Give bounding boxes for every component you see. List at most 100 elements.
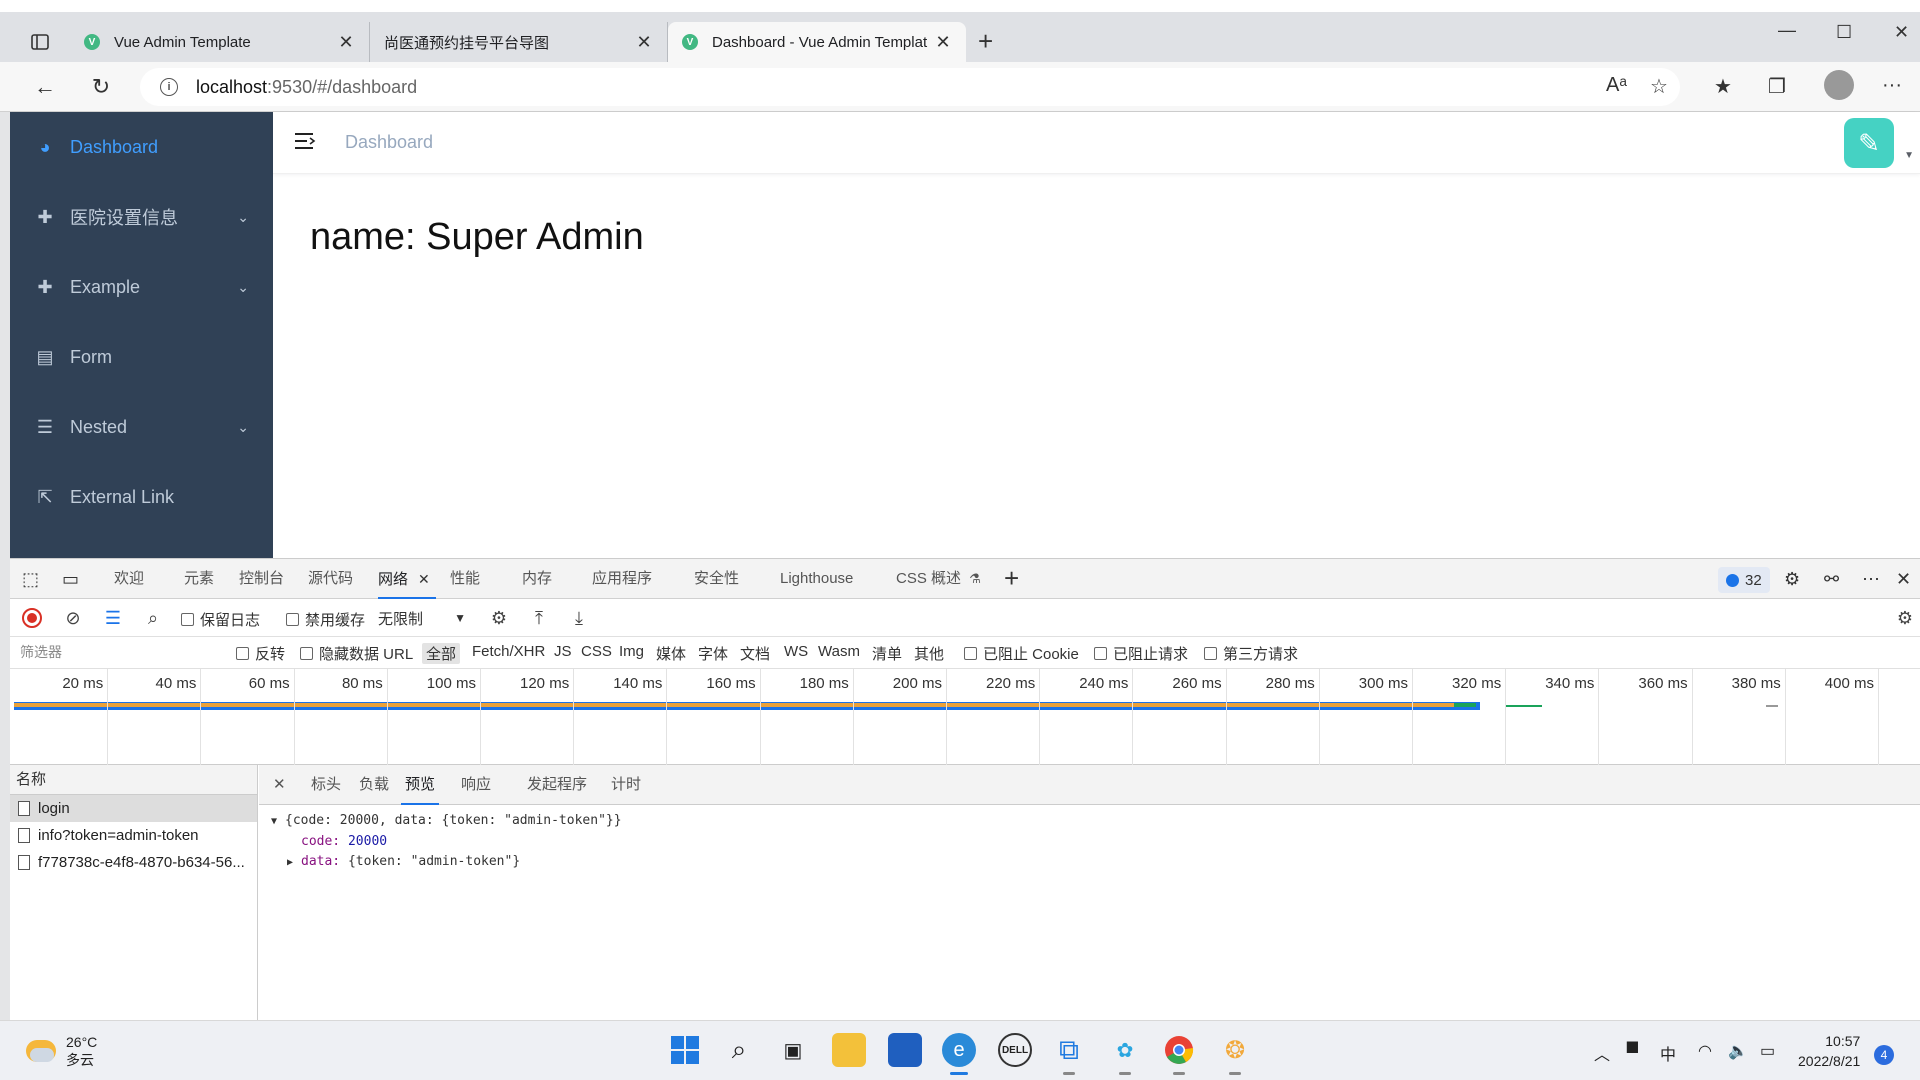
edge-browser-icon[interactable]: e <box>942 1033 976 1075</box>
network-conditions-icon[interactable]: ⚙ <box>488 607 510 629</box>
browser-tab-2[interactable]: 尚医通预约挂号平台导图 ✕ <box>370 22 668 150</box>
tab-response[interactable]: 响应 <box>461 765 491 805</box>
task-view-icon[interactable]: ▣ <box>776 1033 810 1067</box>
preserve-log-checkbox[interactable]: 保留日志 <box>181 609 260 630</box>
file-explorer-icon[interactable] <box>832 1033 866 1067</box>
tab-initiator[interactable]: 发起程序 <box>527 765 587 805</box>
bookmark-icon[interactable]: ⯀ <box>1626 1041 1639 1059</box>
checkbox-box[interactable] <box>300 647 313 660</box>
request-row[interactable]: login <box>10 795 257 822</box>
tab-payload[interactable]: 负载 <box>359 765 389 805</box>
filter-type-css[interactable]: CSS <box>581 643 612 660</box>
checkbox-box[interactable] <box>1094 647 1107 660</box>
more-tabs-icon[interactable]: + <box>1004 563 1019 594</box>
filter-type-all[interactable]: 全部 <box>422 643 461 664</box>
device-toolbar-icon[interactable]: ▭ <box>62 569 79 590</box>
filter-type-fetch-xhr[interactable]: Fetch/XHR <box>472 643 545 660</box>
dell-icon[interactable]: DELL <box>998 1033 1032 1067</box>
weather-widget[interactable]: 26°C 多云 <box>26 1033 97 1069</box>
filter-type-doc[interactable]: 文档 <box>740 643 770 664</box>
sidebar-item-dashboard[interactable]: ◕ Dashboard <box>10 112 273 182</box>
clear-icon[interactable]: ⊘ <box>62 607 84 629</box>
record-icon[interactable] <box>22 608 42 628</box>
invert-checkbox[interactable]: 反转 <box>236 643 285 664</box>
blocked-cookies-checkbox[interactable]: 已阻止 Cookie <box>964 643 1079 664</box>
filter-type-js[interactable]: JS <box>554 643 572 660</box>
window-close-icon[interactable]: ✕ <box>1894 22 1909 43</box>
tab-css-overview[interactable]: CSS 概述 ⚗ <box>896 559 981 599</box>
tab-actions-icon[interactable] <box>28 30 52 54</box>
address-bar[interactable]: i localhost:9530/#/dashboard <box>140 68 1680 106</box>
minimize-icon[interactable]: — <box>1778 20 1796 41</box>
browser-tab-3[interactable]: V Dashboard - Vue Admin Templat ✕ <box>668 22 966 62</box>
hide-data-url-checkbox[interactable]: 隐藏数据 URL <box>300 643 413 664</box>
checkbox-box[interactable] <box>964 647 977 660</box>
checkbox-box[interactable] <box>286 613 299 626</box>
network-settings-icon[interactable]: ⚙ <box>1894 607 1916 629</box>
settings-icon[interactable]: ⚙ <box>1784 569 1800 590</box>
inspect-element-icon[interactable]: ⬚ <box>22 569 39 590</box>
more-menu-icon[interactable]: ··· <box>1882 74 1902 97</box>
search-icon[interactable]: ⌕ <box>142 607 164 629</box>
checkbox-box[interactable] <box>181 613 194 626</box>
tab-performance[interactable]: 性能 <box>450 559 480 599</box>
tab-application[interactable]: 应用程序 <box>592 559 652 599</box>
tab-console[interactable]: 控制台 <box>239 559 284 599</box>
start-icon[interactable] <box>668 1033 702 1067</box>
close-tab-icon[interactable]: ✕ <box>418 571 430 587</box>
read-aloud-icon[interactable]: Aᵃ <box>1606 74 1627 97</box>
tab-network[interactable]: 网络 ✕ <box>378 559 436 599</box>
store-icon[interactable] <box>888 1033 922 1067</box>
disable-cache-checkbox[interactable]: 禁用缓存 <box>286 609 365 630</box>
filter-type-manifest[interactable]: 清单 <box>872 643 902 664</box>
sidebar-item-example[interactable]: ✚ Example ⌄ <box>10 252 273 322</box>
add-favorite-icon[interactable]: ☆ <box>1650 74 1668 99</box>
close-devtools-icon[interactable]: ✕ <box>1896 569 1911 590</box>
profile-avatar[interactable] <box>1824 70 1854 100</box>
wifi-icon[interactable]: ◠ <box>1698 1041 1712 1061</box>
close-tab-icon[interactable]: ✕ <box>337 32 355 53</box>
json-root-row[interactable]: ▼ {code: 20000, data: {token: "admin-toke… <box>271 811 622 832</box>
collapsed-triangle-icon[interactable]: ▶ <box>287 853 301 873</box>
browser-tab-1[interactable]: V Vue Admin Template ✕ <box>70 22 370 62</box>
request-row[interactable]: info?token=admin-token <box>10 822 257 849</box>
clock[interactable]: 10:57 2022/8/21 <box>1798 1031 1860 1071</box>
filter-type-media[interactable]: 媒体 <box>656 643 686 664</box>
checkbox-box[interactable] <box>1204 647 1217 660</box>
search-icon[interactable]: ⌕ <box>722 1033 756 1067</box>
network-timeline-overview[interactable]: 20 ms 40 ms 60 ms 80 ms 100 ms 120 ms 140 ms 16… <box>10 669 1920 765</box>
checkbox-box[interactable] <box>236 647 249 660</box>
new-tab-icon[interactable]: + <box>978 28 993 54</box>
tab-preview[interactable]: 预览 <box>401 765 440 805</box>
blocked-requests-checkbox[interactable]: 已阻止请求 <box>1094 643 1188 664</box>
caret-down-icon[interactable]: ▼ <box>1904 150 1914 161</box>
battery-icon[interactable]: ▭ <box>1760 1041 1775 1061</box>
site-info-icon[interactable]: i <box>160 78 178 96</box>
chrome-icon[interactable] <box>1162 1033 1196 1075</box>
sidebar-item-form[interactable]: ▤ Form <box>10 322 273 392</box>
reload-icon[interactable]: ↻ <box>86 72 116 102</box>
expand-triangle-icon[interactable]: ▼ <box>271 812 285 832</box>
tab-elements[interactable]: 元素 <box>184 559 214 599</box>
volume-icon[interactable]: 🔈 <box>1728 1041 1748 1061</box>
more-menu-icon[interactable]: ⋯ <box>1862 569 1880 590</box>
export-har-icon[interactable]: ⤓ <box>568 607 590 629</box>
close-detail-icon[interactable]: ✕ <box>273 765 286 805</box>
favorites-icon[interactable]: ★ <box>1714 74 1732 99</box>
tab-headers[interactable]: 标头 <box>311 765 341 805</box>
json-data-row[interactable]: ▶ data: {token: "admin-token"} <box>271 852 622 873</box>
close-tab-icon[interactable]: ✕ <box>635 32 653 53</box>
tab-memory[interactable]: 内存 <box>522 559 552 599</box>
hamburger-icon[interactable] <box>293 130 317 154</box>
sidebar-item-hospital-settings[interactable]: ✚ 医院设置信息 ⌄ <box>10 182 273 252</box>
filter-input[interactable]: 筛选器 <box>16 642 220 664</box>
app-icon[interactable]: ❂ <box>1218 1033 1252 1075</box>
notification-badge[interactable]: 4 <box>1874 1045 1894 1065</box>
third-party-checkbox[interactable]: 第三方请求 <box>1204 643 1298 664</box>
customize-icon[interactable]: ⚯ <box>1824 569 1839 590</box>
sidebar-item-external-link[interactable]: ⇱ External Link <box>10 462 273 532</box>
tab-timing[interactable]: 计时 <box>611 765 641 805</box>
collections-icon[interactable]: ❐ <box>1768 74 1786 99</box>
chevron-up-icon[interactable]: ︿ <box>1594 1041 1610 1065</box>
avatar[interactable]: ✎ <box>1844 118 1894 168</box>
